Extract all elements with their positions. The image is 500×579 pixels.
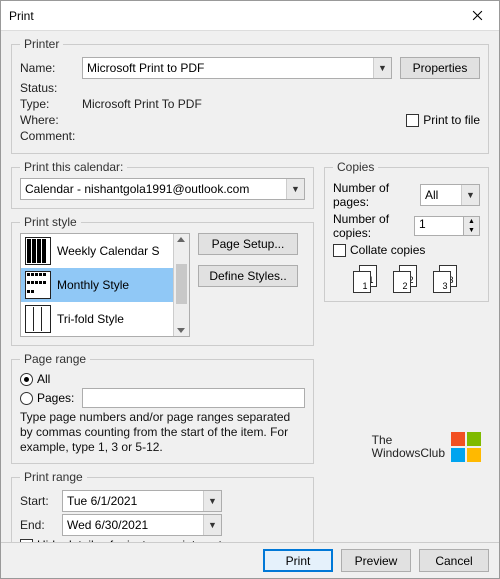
copies-group: Copies Number of pages: All ▼ Number of … [324, 160, 489, 302]
type-value: Microsoft Print To PDF [82, 97, 202, 111]
print-style-legend: Print style [20, 215, 81, 229]
num-copies-spinner[interactable]: 1 ▲▼ [414, 216, 480, 236]
weekly-icon [25, 237, 51, 265]
start-date-value: Tue 6/1/2021 [67, 494, 137, 508]
page-range-all-label: All [37, 372, 50, 386]
printer-legend: Printer [20, 37, 63, 51]
monthly-icon [25, 271, 51, 299]
watermark: The WindowsClub [372, 432, 481, 462]
page-range-pages-label: Pages: [37, 391, 74, 405]
page-setup-button[interactable]: Page Setup... [198, 233, 298, 255]
end-label: End: [20, 518, 62, 532]
cancel-button[interactable]: Cancel [419, 549, 489, 572]
print-style-group: Print style Weekly Calendar S Monthl [11, 215, 314, 346]
properties-button[interactable]: Properties [400, 57, 480, 79]
style-scrollbar[interactable] [173, 234, 189, 336]
style-label: Weekly Calendar S [57, 244, 160, 258]
num-copies-value[interactable]: 1 [414, 216, 464, 236]
trifold-icon [25, 305, 51, 333]
calendar-value: Calendar - nishantgola1991@outlook.com [25, 182, 249, 196]
hide-private-checkbox[interactable] [20, 539, 33, 543]
print-range-group: Print range Start: Tue 6/1/2021 ▼ End: W… [11, 470, 314, 542]
print-button[interactable]: Print [263, 549, 333, 572]
collate-illustration: 11 22 33 [333, 265, 480, 293]
printer-group: Printer Name: Microsoft Print to PDF ▼ P… [11, 37, 489, 154]
name-label: Name: [20, 61, 82, 75]
style-list[interactable]: Weekly Calendar S Monthly Style Tri-fold… [20, 233, 190, 337]
close-button[interactable] [455, 1, 499, 31]
print-dialog: Print Printer Name: Microsoft Print to P… [0, 0, 500, 579]
page-range-group: Page range All Pages: Type page numbers … [11, 352, 314, 464]
print-to-file-label: Print to file [423, 113, 480, 127]
num-copies-label: Number of copies: [333, 212, 414, 240]
preview-button[interactable]: Preview [341, 549, 411, 572]
pages-input[interactable] [82, 388, 305, 408]
windows-logo-icon [451, 432, 481, 462]
start-date-combo[interactable]: Tue 6/1/2021 ▼ [62, 490, 222, 512]
collate-label: Collate copies [350, 243, 425, 257]
end-date-value: Wed 6/30/2021 [67, 518, 148, 532]
page-range-pages-radio[interactable] [20, 392, 33, 405]
style-label: Monthly Style [57, 278, 129, 292]
type-label: Type: [20, 97, 82, 111]
calendar-combo[interactable]: Calendar - nishantgola1991@outlook.com ▼ [20, 178, 305, 200]
collate-checkbox[interactable] [333, 244, 346, 257]
chevron-down-icon: ▼ [373, 58, 391, 78]
watermark-line2: WindowsClub [372, 447, 445, 460]
page-range-hint: Type page numbers and/or page ranges sep… [20, 410, 305, 455]
define-styles-button[interactable]: Define Styles.. [198, 265, 298, 287]
close-icon [472, 10, 483, 21]
status-label: Status: [20, 81, 82, 95]
printer-name-value: Microsoft Print to PDF [87, 61, 204, 75]
print-to-file-checkbox[interactable] [406, 114, 419, 127]
style-item-trifold[interactable]: Tri-fold Style [21, 302, 173, 336]
chevron-down-icon: ▼ [461, 185, 479, 205]
spinner-arrows[interactable]: ▲▼ [464, 216, 480, 236]
chevron-down-icon: ▼ [203, 515, 221, 535]
where-label: Where: [20, 113, 82, 127]
calendar-legend: Print this calendar: [20, 160, 127, 174]
end-date-combo[interactable]: Wed 6/30/2021 ▼ [62, 514, 222, 536]
chevron-down-icon: ▼ [286, 179, 304, 199]
chevron-down-icon: ▼ [203, 491, 221, 511]
page-range-all-radio[interactable] [20, 373, 33, 386]
page-range-legend: Page range [20, 352, 90, 366]
num-pages-value: All [425, 188, 438, 202]
style-item-monthly[interactable]: Monthly Style [21, 268, 173, 302]
dialog-body: Printer Name: Microsoft Print to PDF ▼ P… [1, 31, 499, 542]
num-pages-label: Number of pages: [333, 181, 420, 209]
style-label: Tri-fold Style [57, 312, 124, 326]
dialog-footer: Print Preview Cancel [1, 542, 499, 578]
copies-legend: Copies [333, 160, 378, 174]
hide-private-label: Hide details of private appointments [37, 538, 228, 542]
titlebar: Print [1, 1, 499, 31]
printer-name-combo[interactable]: Microsoft Print to PDF ▼ [82, 57, 392, 79]
start-label: Start: [20, 494, 62, 508]
window-title: Print [9, 9, 455, 23]
print-range-legend: Print range [20, 470, 87, 484]
num-pages-combo[interactable]: All ▼ [420, 184, 480, 206]
style-item-weekly[interactable]: Weekly Calendar S [21, 234, 173, 268]
calendar-group: Print this calendar: Calendar - nishantg… [11, 160, 314, 209]
comment-label: Comment: [20, 129, 82, 143]
